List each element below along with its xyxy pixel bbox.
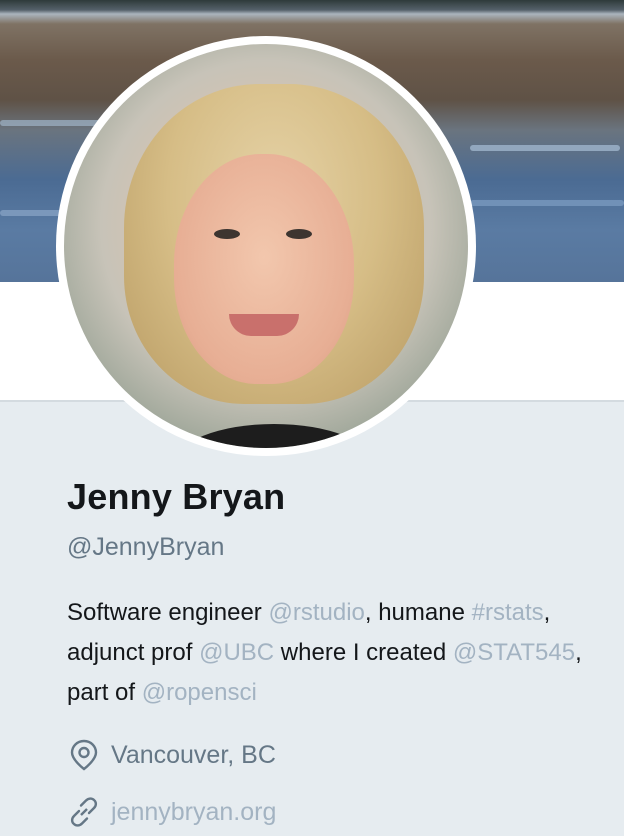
bio-text: , humane xyxy=(364,599,472,626)
bio-link[interactable]: @rstudio xyxy=(268,599,364,626)
profile-website[interactable]: jennybryan.org xyxy=(67,795,276,829)
website-link[interactable]: jennybryan.org xyxy=(111,798,276,827)
avatar-mouth xyxy=(229,314,299,336)
profile-avatar[interactable] xyxy=(56,36,476,456)
bio-link[interactable]: #rstats xyxy=(472,599,544,626)
banner-streak xyxy=(470,200,624,206)
bio-link[interactable]: @STAT545 xyxy=(453,639,575,666)
bio-text: Software engineer xyxy=(67,599,269,626)
profile-handle[interactable]: @JennyBryan xyxy=(67,533,224,562)
link-icon xyxy=(67,795,101,829)
location-text: Vancouver, BC xyxy=(111,740,276,769)
avatar-eye-right xyxy=(286,229,312,239)
location-pin-icon xyxy=(67,738,101,772)
bio-link[interactable]: @UBC xyxy=(199,639,274,666)
profile-name: Jenny Bryan xyxy=(67,476,286,517)
bio-link[interactable]: @ropensci xyxy=(142,679,257,706)
profile-bio: Software engineer @rstudio, humane #rsta… xyxy=(67,593,587,713)
bio-text: where I created xyxy=(274,639,453,666)
banner-streak xyxy=(470,145,620,151)
avatar-eye-left xyxy=(214,229,240,239)
avatar-face xyxy=(174,154,354,384)
profile-location: Vancouver, BC xyxy=(67,738,276,772)
avatar-shirt xyxy=(174,424,374,448)
avatar-photo xyxy=(64,44,468,448)
